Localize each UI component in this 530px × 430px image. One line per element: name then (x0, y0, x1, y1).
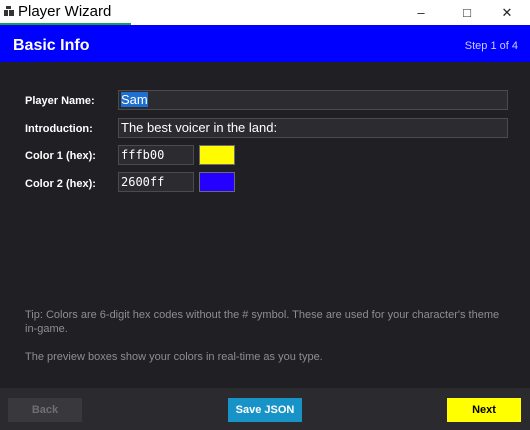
minimize-icon[interactable]: – (398, 0, 444, 25)
introduction-label: Introduction: (25, 123, 93, 135)
tip-text: Tip: Colors are 6-digit hex codes withou… (25, 309, 500, 335)
close-icon[interactable]: ✕ (484, 0, 530, 25)
page-title: Basic Info (13, 37, 90, 54)
preview-note: The preview boxes show your colors in re… (25, 351, 323, 363)
player-name-label: Player Name: (25, 95, 95, 107)
back-button[interactable]: Back (8, 398, 82, 422)
player-wizard-window: Player Wizard – □ ✕ Basic Info Step 1 of… (0, 0, 530, 430)
introduction-input[interactable]: The best voicer in the land: (118, 118, 508, 138)
window-title: Player Wizard (18, 3, 112, 20)
color1-label: Color 1 (hex): (25, 150, 96, 162)
player-name-input[interactable]: Sam (118, 90, 508, 110)
title-bar: Player Wizard – □ ✕ (0, 0, 530, 25)
save-json-button[interactable]: Save JSON (228, 398, 302, 422)
color1-preview-swatch (199, 145, 235, 165)
step-indicator: Step 1 of 4 (464, 40, 518, 52)
color1-input[interactable]: fffb00 (118, 145, 194, 165)
color2-preview-swatch (199, 172, 235, 192)
color2-input[interactable]: 2600ff (118, 172, 194, 192)
next-button[interactable]: Next (447, 398, 521, 422)
wizard-footer: Back Save JSON Next (0, 388, 530, 430)
color2-label: Color 2 (hex): (25, 178, 96, 190)
wizard-header: Basic Info Step 1 of 4 (0, 25, 530, 62)
app-icon (4, 6, 14, 16)
player-name-value: Sam (121, 92, 148, 107)
